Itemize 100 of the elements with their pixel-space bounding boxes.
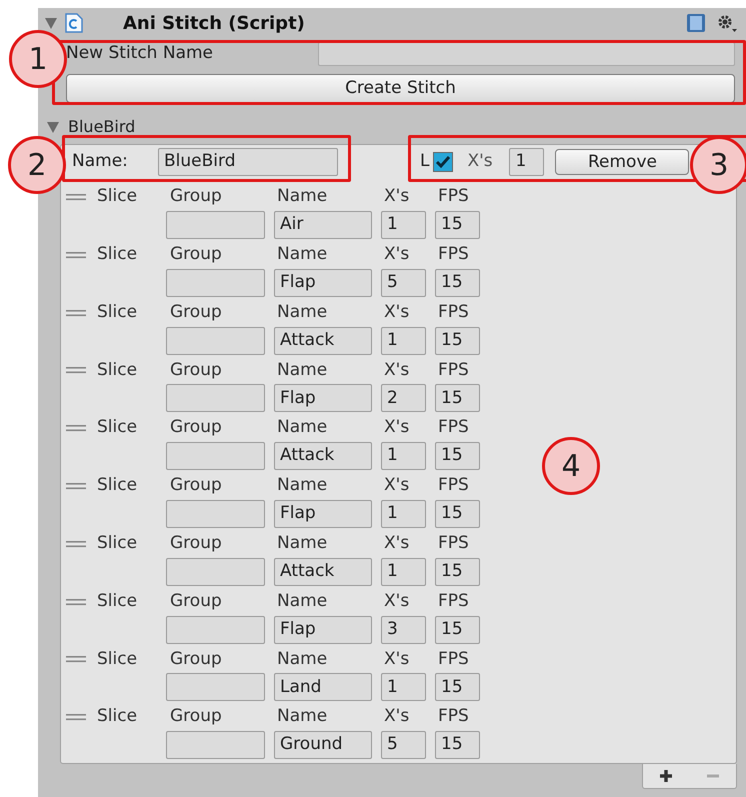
column-label: FPS xyxy=(438,705,469,728)
slice-label: Slice xyxy=(97,474,138,498)
fps-field[interactable]: 15 xyxy=(435,442,480,470)
column-label: Name xyxy=(277,185,328,208)
group-field[interactable] xyxy=(166,500,265,528)
repeat-field[interactable]: 1 xyxy=(381,558,426,586)
column-label: Group xyxy=(170,416,223,440)
drag-handle-icon[interactable] xyxy=(66,540,86,548)
repeat-field[interactable]: 1 xyxy=(381,326,426,355)
column-label: FPS xyxy=(438,300,469,324)
loop-checkbox[interactable] xyxy=(433,152,454,172)
column-label: Name xyxy=(277,590,328,613)
column-label: FPS xyxy=(438,416,469,440)
slice-name-field[interactable]: Land xyxy=(274,673,372,702)
repeat-field[interactable]: 1 xyxy=(381,673,426,702)
group-field[interactable] xyxy=(166,384,265,412)
slice-name-field[interactable]: Attack xyxy=(274,442,372,470)
column-label: FPS xyxy=(438,532,469,556)
fps-field[interactable]: 15 xyxy=(435,731,480,760)
group-field[interactable] xyxy=(166,268,265,297)
column-label: X's xyxy=(384,243,410,266)
column-label: FPS xyxy=(438,474,469,498)
expanded-triangle-icon[interactable] xyxy=(47,122,59,132)
slice-name-field[interactable]: Flap xyxy=(274,616,372,644)
foldout-label[interactable]: BlueBird xyxy=(68,115,136,139)
remove-button[interactable]: Remove xyxy=(555,149,690,175)
column-label: Group xyxy=(170,300,223,324)
group-field[interactable] xyxy=(166,558,265,586)
column-label: Name xyxy=(277,474,328,498)
repeat-field[interactable]: 3 xyxy=(381,616,426,644)
slice-name-field[interactable]: Ground xyxy=(274,731,372,760)
fps-field[interactable]: 15 xyxy=(435,384,480,412)
slice-label: Slice xyxy=(97,532,138,556)
column-label: Group xyxy=(170,532,223,556)
slice-name-field[interactable]: Flap xyxy=(274,500,372,528)
group-field[interactable] xyxy=(166,616,265,644)
drag-handle-icon[interactable] xyxy=(66,366,86,374)
column-label: X's xyxy=(384,358,410,382)
expanded-triangle-icon[interactable] xyxy=(45,18,57,28)
group-field[interactable] xyxy=(166,731,265,760)
drag-handle-icon[interactable] xyxy=(66,655,86,664)
column-label: Group xyxy=(170,358,223,382)
repeat-field[interactable]: 2 xyxy=(381,384,426,412)
column-label: X's xyxy=(384,416,410,440)
group-field[interactable] xyxy=(166,442,265,470)
drag-handle-icon[interactable] xyxy=(66,250,86,259)
group-field[interactable] xyxy=(166,326,265,355)
column-label: X's xyxy=(384,648,410,671)
fps-field[interactable]: 15 xyxy=(435,326,480,355)
slice-name-field[interactable]: Flap xyxy=(274,384,372,412)
column-label: X's xyxy=(384,474,410,498)
group-field[interactable] xyxy=(166,673,265,702)
column-label: FPS xyxy=(438,185,469,208)
settings-icon[interactable] xyxy=(716,13,738,33)
drag-handle-icon[interactable] xyxy=(66,193,86,201)
stitch-name-field[interactable]: BlueBird xyxy=(158,148,338,176)
repeat-field[interactable]: 1 xyxy=(381,211,426,239)
fps-field[interactable]: 15 xyxy=(435,673,480,702)
column-label: Name xyxy=(277,532,328,556)
fps-field[interactable]: 15 xyxy=(435,616,480,644)
repeat-field[interactable]: 5 xyxy=(381,268,426,297)
repeat-field[interactable]: 1 xyxy=(381,500,426,528)
drag-handle-icon[interactable] xyxy=(66,424,86,432)
slice-label: Slice xyxy=(97,416,138,440)
slice-label: Slice xyxy=(97,358,138,382)
fps-field[interactable]: 15 xyxy=(435,211,480,239)
repeat-field[interactable]: 5 xyxy=(381,731,426,760)
column-label: FPS xyxy=(438,590,469,613)
drag-handle-icon[interactable] xyxy=(66,598,86,606)
plus-icon[interactable] xyxy=(658,768,674,784)
script-file-icon xyxy=(65,13,83,33)
column-label: Name xyxy=(277,243,328,266)
callout-number: 1 xyxy=(9,30,67,88)
repeat-field[interactable]: 1 xyxy=(509,148,544,176)
slice-name-field[interactable]: Attack xyxy=(274,326,372,355)
check-icon xyxy=(435,155,452,169)
slice-label: Slice xyxy=(97,705,138,728)
book-icon[interactable] xyxy=(686,13,706,33)
column-label: FPS xyxy=(438,243,469,266)
fps-field[interactable]: 15 xyxy=(435,268,480,297)
drag-handle-icon[interactable] xyxy=(66,482,86,490)
field-label: New Stitch Name xyxy=(66,42,214,66)
slice-name-field[interactable]: Flap xyxy=(274,268,372,297)
column-label: X's xyxy=(384,590,410,613)
fps-field[interactable]: 15 xyxy=(435,558,480,586)
create-stitch-button[interactable]: Create Stitch xyxy=(66,74,735,103)
drag-handle-icon[interactable] xyxy=(66,713,86,722)
field-label: X's xyxy=(467,150,494,174)
slice-name-field[interactable]: Attack xyxy=(274,558,372,586)
stitch-name-field[interactable] xyxy=(318,42,735,66)
drag-handle-icon[interactable] xyxy=(66,308,86,317)
column-label: X's xyxy=(384,532,410,556)
group-field[interactable] xyxy=(166,211,265,239)
slice-name-field[interactable]: Air xyxy=(274,211,372,239)
slice-label: Slice xyxy=(97,300,138,324)
fps-field[interactable]: 15 xyxy=(435,500,480,528)
column-label: X's xyxy=(384,300,410,324)
slice-label: Slice xyxy=(97,185,138,208)
repeat-field[interactable]: 1 xyxy=(381,442,426,470)
column-label: Group xyxy=(170,243,223,266)
